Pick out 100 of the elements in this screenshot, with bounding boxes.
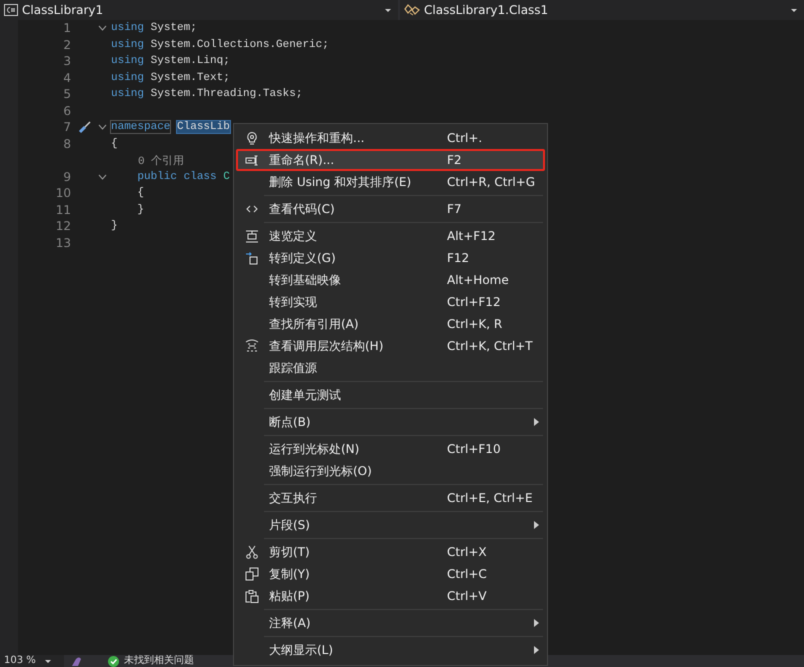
hierarchy-icon <box>245 339 259 353</box>
menu-item[interactable]: 复制(Y) Ctrl+C <box>236 563 545 585</box>
menu-item-label: 查找所有引用(A) <box>268 316 360 332</box>
caret-icon <box>384 8 392 12</box>
menu-item-label: 强制运行到光标(O) <box>268 462 373 480</box>
menu-item-label: 跟踪值源 <box>268 360 318 376</box>
shortcut-text: F12 <box>447 251 470 265</box>
keyword: public class <box>137 170 217 183</box>
shortcut-text: Ctrl+K, Ctrl+T <box>447 339 533 353</box>
bulb-icon <box>245 131 259 145</box>
shortcut-text: Alt+F12 <box>447 229 496 243</box>
code-text: System.Text; <box>150 72 230 84</box>
code-text: System; <box>150 22 197 34</box>
menu-item-label: 大纲显示(L) <box>268 642 334 658</box>
menu-item-label: 快速操作和重构... <box>268 130 366 146</box>
menu-item[interactable]: 查看调用层次结构(H) Ctrl+K, Ctrl+T <box>236 335 545 357</box>
menu-item-label: 片段(S) <box>268 516 311 534</box>
caret-icon <box>790 8 798 12</box>
type-dropdown[interactable]: ClassLibrary1.Class1 <box>400 0 804 20</box>
menu-item[interactable]: 创建单元测试 <box>236 384 545 406</box>
menu-item[interactable]: 重命名(R)... F2 <box>236 149 545 171</box>
brush-icon <box>70 656 82 666</box>
menu-item-label: 重命名(R)... <box>268 152 336 168</box>
code-text: System.Linq; <box>150 55 230 68</box>
menu-item-label: 注释(A) <box>268 614 312 632</box>
menu-item-label: 复制(Y) <box>268 566 311 582</box>
scissors-icon <box>245 545 259 559</box>
keyword: using <box>111 38 144 51</box>
keyword: namespace <box>111 121 170 134</box>
keyword: using <box>111 22 144 34</box>
menu-item[interactable]: 转到实现 Ctrl+F12 <box>236 291 545 313</box>
copy-icon <box>245 567 259 581</box>
keyword: using <box>111 88 144 100</box>
code-text: System.Collections.Generic; <box>150 38 329 51</box>
code-text: { <box>111 138 118 150</box>
keyword: using <box>111 55 144 68</box>
shortcut-text: Ctrl+. <box>447 131 484 145</box>
line-number: 4 <box>62 70 71 85</box>
menu-item[interactable]: 查找所有引用(A) Ctrl+K, R <box>236 313 545 335</box>
shortcut-text: Ctrl+V <box>447 589 488 603</box>
line-number: 5 <box>62 87 71 102</box>
zoom-dropdown[interactable]: 103 % <box>0 655 64 667</box>
line-number: 8 <box>62 136 71 151</box>
line-number: 6 <box>62 104 71 118</box>
class-icon <box>404 3 420 17</box>
code-text: { <box>137 187 144 200</box>
goto-icon <box>245 251 259 265</box>
menu-item-label: 转到基础映像 <box>268 272 342 288</box>
menu-item[interactable]: 转到基础映像 Alt+Home <box>236 269 545 291</box>
line-number: 11 <box>54 202 71 217</box>
line-number: 2 <box>62 38 71 52</box>
menu-item[interactable]: 查看代码(C) F7 <box>236 198 545 220</box>
menu-item-label: 创建单元测试 <box>268 386 342 404</box>
line-number: 9 <box>62 170 71 184</box>
line-number: 3 <box>62 54 71 68</box>
menu-item[interactable]: 断点(B) <box>236 411 545 433</box>
menu-item[interactable]: 快速操作和重构... Ctrl+. <box>236 127 545 149</box>
shortcut-text: Ctrl+F10 <box>447 442 502 456</box>
peek-icon <box>245 229 259 243</box>
code-text: } <box>137 204 144 216</box>
caret-icon <box>44 658 52 664</box>
shortcut-text: Ctrl+K, R <box>447 317 504 331</box>
reference-count[interactable]: 0 个引用 <box>111 152 184 168</box>
menu-item-label: 剪切(T) <box>268 544 311 560</box>
menu-item[interactable]: 大纲显示(L) <box>236 639 545 661</box>
menu-item[interactable]: 剪切(T) Ctrl+X <box>236 541 545 563</box>
shortcut-text: Ctrl+E, Ctrl+E <box>447 491 533 505</box>
menu-item-label: 查看代码(C) <box>268 200 336 218</box>
menu-item[interactable]: 跟踪值源 <box>236 357 545 379</box>
shortcut-text: F7 <box>447 202 463 216</box>
keyword: using <box>111 72 144 84</box>
project-dropdown[interactable]: ClassLibrary1 <box>0 0 398 20</box>
menu-item[interactable]: 注释(A) <box>236 612 545 634</box>
menu-item-label: 运行到光标处(N) <box>268 440 360 458</box>
line-number: 13 <box>54 236 71 250</box>
menu-item[interactable]: 片段(S) <box>236 514 545 536</box>
menu-item[interactable]: 交互执行 Ctrl+E, Ctrl+E <box>236 487 545 509</box>
shortcut-text: Ctrl+C <box>447 567 488 581</box>
menu-item-label: 粘贴(P) <box>268 588 311 604</box>
csharp-file-icon <box>4 4 18 16</box>
menu-item-label: 断点(B) <box>268 414 312 430</box>
type-name: C <box>223 170 230 183</box>
menu-item[interactable]: 运行到光标处(N) Ctrl+F10 <box>236 438 545 460</box>
menu-item[interactable]: 删除 Using 和对其排序(E) Ctrl+R, Ctrl+G <box>236 171 545 193</box>
code-text: System.Threading.Tasks; <box>150 88 302 100</box>
code-text: } <box>111 220 118 232</box>
menu-item-label: 转到定义(G) <box>268 250 337 266</box>
shortcut-text: Alt+Home <box>447 273 510 287</box>
paste-icon <box>245 589 259 603</box>
shortcut-text: F2 <box>447 153 463 167</box>
menu-item[interactable]: 强制运行到光标(O) <box>236 460 545 482</box>
shortcut-text: Ctrl+R, Ctrl+G <box>447 175 536 189</box>
menu-item-label: 交互执行 <box>268 490 318 506</box>
menu-item-label: 速览定义 <box>268 228 318 244</box>
menu-item[interactable]: 速览定义 Alt+F12 <box>236 225 545 247</box>
rename-icon <box>245 153 259 167</box>
menu-item[interactable]: 粘贴(P) Ctrl+V <box>236 585 545 607</box>
menu-item[interactable]: 转到定义(G) F12 <box>236 247 545 269</box>
line-number: 12 <box>54 219 71 234</box>
check-icon <box>108 656 119 666</box>
